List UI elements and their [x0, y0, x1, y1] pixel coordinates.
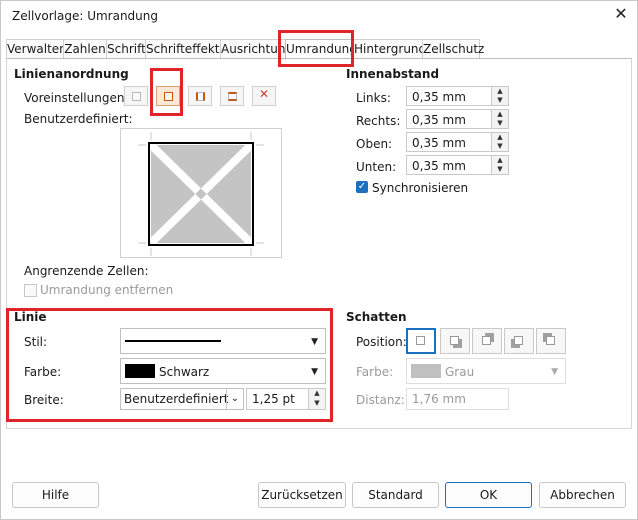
chevron-down-icon: ▼ [551, 367, 558, 377]
shadow-position-label: Position: [356, 335, 407, 349]
adjacent-cells-label: Angrenzende Zellen: [24, 264, 149, 278]
close-icon[interactable]: ✕ [611, 4, 631, 24]
remove-border-label: Umrandung entfernen [40, 283, 174, 297]
sync-label: Synchronisieren [372, 181, 469, 195]
line-arrangement-header: Linienanordnung [14, 67, 129, 81]
highlight-box-tab [278, 30, 354, 67]
shadow-color-select[interactable]: Grau ▼ [406, 358, 566, 384]
padding-right-field[interactable]: 0,35 mm ▲ ▼ [406, 109, 509, 129]
padding-top-field[interactable]: 0,35 mm ▲ ▼ [406, 132, 509, 152]
padding-left-field[interactable]: 0,35 mm ▲ ▼ [406, 86, 509, 106]
tab-zellschutz[interactable]: Zellschutz [422, 39, 484, 59]
spin-down-icon[interactable]: ▼ [491, 165, 508, 174]
preset-none-button[interactable] [124, 86, 148, 106]
spin-down-icon[interactable]: ▼ [491, 119, 508, 128]
spin-down-icon[interactable]: ▼ [491, 96, 508, 105]
sync-checkbox[interactable]: ✓ [356, 181, 368, 193]
preset-diagonal-button[interactable]: ✕ [252, 86, 276, 106]
ok-button[interactable]: OK [445, 482, 532, 508]
shadow-distance-field[interactable]: 1,76 mm [406, 388, 509, 410]
padding-top-label: Oben: [356, 137, 393, 151]
shadow-top-right-button[interactable] [472, 328, 502, 354]
padding-header: Innenabstand [346, 67, 440, 81]
shadow-box-icon [450, 336, 459, 345]
padding-left-value: 0,35 mm [412, 90, 466, 104]
tab-ausrichtung[interactable]: Ausrichtung [220, 39, 293, 59]
border-left-right-icon [196, 92, 205, 101]
shadow-bottom-right-button[interactable] [440, 328, 470, 354]
shadow-color-label: Farbe: [356, 365, 394, 379]
shadow-box-icon [482, 336, 491, 345]
shadow-distance-value: 1,76 mm [412, 392, 466, 406]
padding-top-value: 0,35 mm [412, 136, 466, 150]
user-defined-label: Benutzerdefiniert: [24, 112, 133, 126]
border-top-bottom-icon [228, 92, 237, 101]
window-title: Zellvorlage: Umrandung [12, 9, 159, 23]
remove-border-checkbox[interactable] [24, 284, 37, 297]
shadow-distance-label: Distanz: [356, 393, 405, 407]
tab-schrifteffekte[interactable]: Schrifteffekte [145, 39, 227, 59]
tab-verwalten[interactable]: Verwalten [6, 39, 67, 59]
border-diagonal-icon: ✕ [259, 87, 270, 101]
presets-label: Voreinstellungen: [24, 91, 129, 105]
tab-zahlen[interactable]: Zahlen [63, 39, 107, 59]
tab-hintergrund[interactable]: Hintergrund [353, 39, 426, 59]
preset-left-right-button[interactable] [188, 86, 212, 106]
help-button[interactable]: Hilfe [12, 482, 99, 508]
tab-schrift[interactable]: Schrift [106, 39, 146, 59]
shadow-top-left-button[interactable] [536, 328, 566, 354]
shadow-bottom-left-button[interactable] [504, 328, 534, 354]
spin-down-icon[interactable]: ▼ [491, 142, 508, 151]
reset-button[interactable]: Zurücksetzen [258, 482, 346, 508]
padding-right-label: Rechts: [356, 114, 401, 128]
shadow-none-button[interactable] [406, 328, 436, 354]
padding-bottom-field[interactable]: 0,35 mm ▲ ▼ [406, 155, 509, 175]
preset-top-bottom-button[interactable] [220, 86, 244, 106]
shadow-none-icon [416, 336, 425, 345]
shadow-box-icon [514, 336, 523, 345]
highlight-box-preset [150, 68, 183, 116]
highlight-box-line [6, 308, 333, 422]
padding-right-value: 0,35 mm [412, 113, 466, 127]
padding-bottom-value: 0,35 mm [412, 159, 466, 173]
border-preview[interactable] [120, 128, 282, 258]
padding-bottom-label: Unten: [356, 160, 397, 174]
shadow-color-value: Grau [445, 365, 475, 379]
shadow-header: Schatten [346, 310, 407, 324]
cancel-button[interactable]: Abbrechen [539, 482, 626, 508]
standard-button[interactable]: Standard [352, 482, 439, 508]
shadow-box-icon [546, 336, 555, 345]
padding-left-label: Links: [356, 91, 391, 105]
color-swatch [411, 364, 441, 378]
border-none-icon [132, 92, 141, 101]
